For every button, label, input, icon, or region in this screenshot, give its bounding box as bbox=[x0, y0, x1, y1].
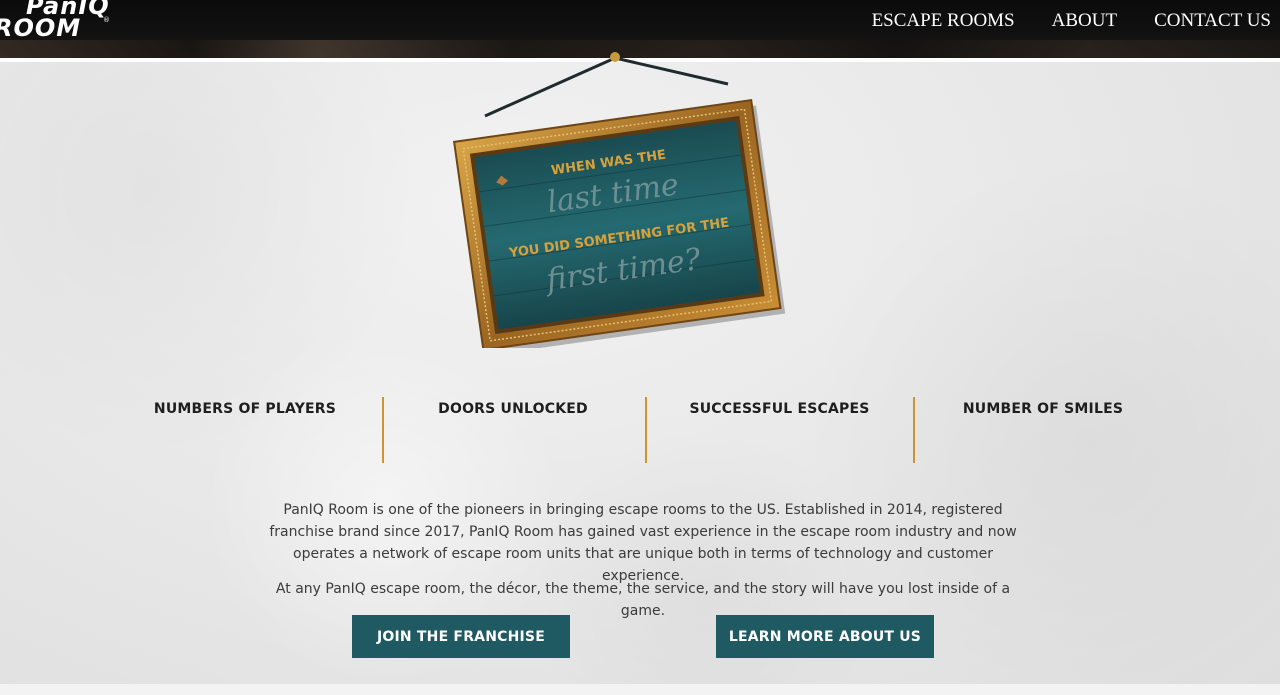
stat-label: SUCCESSFUL ESCAPES bbox=[689, 401, 870, 417]
about-paragraph: PanIQ Room is one of the pioneers in bri… bbox=[269, 502, 1017, 584]
stat-label: NUMBER OF SMILES bbox=[962, 401, 1124, 417]
nav-about[interactable]: ABOUT bbox=[1052, 10, 1117, 32]
stat-escapes: SUCCESSFUL ESCAPES bbox=[647, 397, 912, 463]
learn-more-button[interactable]: LEARN MORE ABOUT US bbox=[716, 615, 934, 658]
stat-players: NUMBERS OF PLAYERS bbox=[114, 397, 376, 463]
paniq-logo[interactable]: PanIQ ROOM ® bbox=[0, 0, 140, 46]
hanging-wire-right bbox=[614, 56, 729, 86]
main-nav: ESCAPE ROOMS ABOUT CONTACT US bbox=[872, 10, 1271, 32]
join-franchise-button[interactable]: JOIN THE FRANCHISE bbox=[352, 615, 570, 658]
hanging-frame-image: WHEN WAS THE last time YOU DID SOMETHING… bbox=[445, 48, 790, 348]
registered-mark: ® bbox=[103, 16, 110, 24]
nail-icon bbox=[610, 52, 620, 62]
nav-contact-us[interactable]: CONTACT US bbox=[1154, 10, 1271, 32]
stats-row: NUMBERS OF PLAYERS DOORS UNLOCKED SUCCES… bbox=[114, 397, 1166, 463]
stat-label: NUMBERS OF PLAYERS bbox=[153, 401, 337, 417]
stat-label: DOORS UNLOCKED bbox=[438, 401, 588, 417]
stat-smiles: NUMBER OF SMILES bbox=[915, 397, 1171, 463]
logo-text-bottom: ROOM bbox=[0, 14, 82, 42]
footer-edge bbox=[0, 684, 1280, 695]
picture-frame: WHEN WAS THE last time YOU DID SOMETHING… bbox=[452, 52, 786, 348]
stat-doors: DOORS UNLOCKED bbox=[382, 397, 644, 463]
hanging-wire-left bbox=[484, 56, 616, 118]
nav-escape-rooms[interactable]: ESCAPE ROOMS bbox=[872, 10, 1015, 32]
